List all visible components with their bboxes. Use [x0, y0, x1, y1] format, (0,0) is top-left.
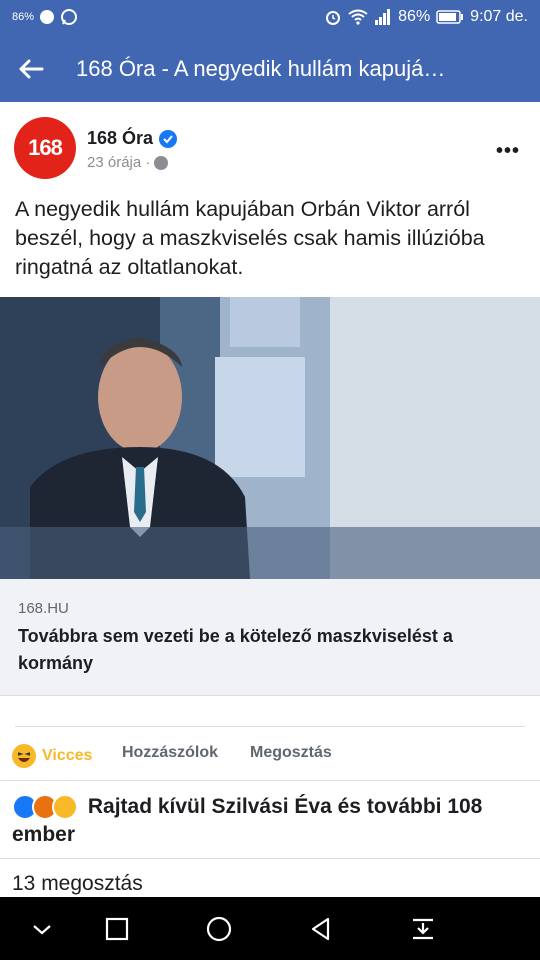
share-button[interactable]: Megosztás [250, 744, 332, 762]
notification-dot-icon [40, 10, 55, 24]
more-options-icon[interactable]: ••• [496, 140, 520, 163]
chevron-down-icon[interactable] [28, 915, 56, 943]
alarm-icon [326, 11, 341, 25]
recent-apps-icon[interactable] [103, 915, 131, 943]
wifi-icon [348, 9, 368, 25]
verified-badge-icon [159, 129, 178, 148]
page-avatar[interactable]: 168 [14, 117, 76, 179]
app-bar-title: 168 Óra - A negyedik hullám kapujá… [76, 56, 446, 81]
battery-icon [436, 10, 464, 24]
home-icon[interactable] [205, 915, 233, 943]
reactions-text: Rajtad kívül Szilvási Éva és további 108… [12, 795, 483, 846]
clock: 9:07 de. [470, 8, 528, 25]
app-bar: 168 Óra - A negyedik hullám kapujá… [0, 36, 540, 102]
status-left: 86% [12, 8, 78, 26]
back-triangle-icon[interactable] [307, 915, 335, 943]
reaction-label: Vicces [42, 747, 93, 764]
sad-reaction-icon [52, 794, 78, 821]
post-time: 23 órája · [87, 154, 151, 171]
reactions-summary[interactable]: Rajtad kívül Szilvási Éva és további 108… [12, 793, 532, 849]
post-text: A negyedik hullám kapujában Orbán Viktor… [15, 197, 485, 279]
back-arrow-icon[interactable] [14, 52, 48, 86]
status-bar: 86% 86% 9:07 de. [0, 0, 540, 36]
reaction-icons [12, 794, 78, 821]
photo-illustration [0, 297, 540, 579]
page-name[interactable]: 168 Óra [87, 128, 153, 149]
divider [0, 780, 540, 781]
action-bar: Vicces Hozzászólok Megosztás [0, 728, 540, 780]
link-preview[interactable]: 168.HU Továbbra sem vezeti be a kötelező… [0, 579, 540, 696]
signal-icon [375, 9, 391, 25]
haha-emoji-icon [12, 744, 36, 768]
reaction-button[interactable]: Vicces [12, 744, 92, 768]
post-time-row: 23 órája · [87, 154, 169, 171]
status-right: 86% 9:07 de. [324, 8, 528, 26]
globe-icon [154, 155, 169, 170]
shares-count[interactable]: 13 megosztás [12, 872, 143, 896]
page-name-row[interactable]: 168 Óra [87, 128, 178, 149]
comment-button[interactable]: Hozzászólok [122, 744, 218, 762]
battery-percent: 86% [398, 8, 431, 25]
whatsapp-icon [61, 9, 78, 25]
divider [0, 858, 540, 859]
divider [15, 726, 525, 727]
status-left-text: 86% [12, 11, 35, 23]
link-title[interactable]: Továbbra sem vezeti be a kötelező maszkv… [18, 623, 518, 677]
android-nav-bar [0, 897, 540, 960]
notification-pull-icon[interactable] [409, 915, 437, 943]
post-photo[interactable] [0, 297, 540, 579]
link-domain: 168.HU [18, 600, 69, 617]
post-header: 168 168 Óra 23 órája · ••• [0, 102, 540, 190]
